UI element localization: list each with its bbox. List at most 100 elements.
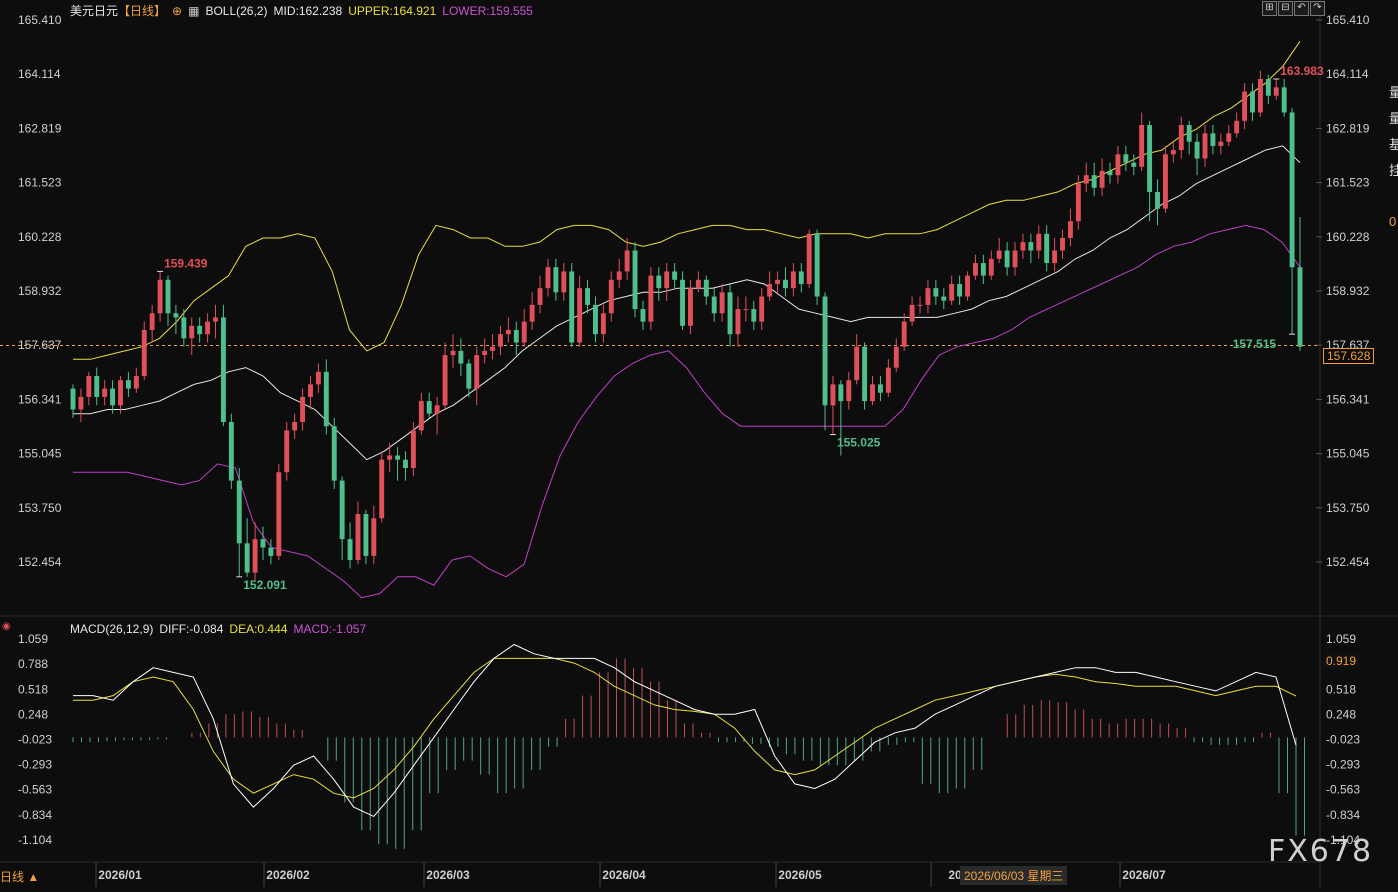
candle-body (1147, 125, 1153, 192)
candle-body (395, 455, 401, 460)
macd-label-right: 0.518 (1326, 682, 1356, 696)
back-icon[interactable]: ↶ (1294, 1, 1309, 16)
candle-body (1194, 141, 1200, 159)
candle-body (1242, 91, 1248, 121)
candle-body (719, 292, 725, 314)
candle-body (624, 250, 630, 272)
candle-body (688, 288, 693, 326)
fit-icon[interactable]: ⊞ (1262, 1, 1277, 16)
macd-label-left: 0.788 (18, 657, 48, 671)
candle-body (1115, 154, 1121, 176)
chart-svg[interactable]: 165.410 165.410 164.114 164.114 162.819 162.8… (0, 0, 1398, 887)
candle-body (854, 346, 860, 381)
candle-body (189, 325, 195, 339)
settings-icon[interactable]: ⊕ (172, 4, 182, 18)
side-label-4[interactable]: 挂 (1389, 160, 1398, 179)
macd-dea: DEA:0.444 (229, 622, 288, 636)
current-price-tag: 157.628 (1323, 348, 1375, 364)
candle-body (877, 384, 883, 393)
side-label-5[interactable]: 0 (1389, 214, 1396, 229)
price-label-left: 161.523 (18, 176, 62, 190)
candle-body (490, 346, 496, 351)
candle-body (450, 350, 456, 356)
indicator-icon[interactable]: ▦ (188, 4, 199, 18)
price-marker-label: 155.025 (837, 436, 881, 450)
zoom-in-icon[interactable]: ⊟ (1278, 1, 1293, 16)
forward-icon[interactable]: ↷ (1310, 1, 1325, 16)
candle-body (901, 321, 907, 347)
candle-body (1234, 120, 1240, 134)
period-toggle[interactable]: 日线 ▲ (0, 868, 39, 885)
candle-body (703, 279, 709, 297)
candle-body (980, 263, 986, 276)
candle-body (418, 401, 424, 431)
period-label[interactable]: 【日线】 (118, 4, 166, 18)
candle-body (569, 271, 575, 343)
candle-body (220, 317, 226, 423)
macd-label-left: 0.518 (18, 682, 48, 696)
candle-body (1202, 133, 1208, 159)
candle-body (695, 279, 701, 289)
price-label-right: 162.819 (1326, 121, 1370, 135)
price-label-right: 161.523 (1326, 176, 1370, 190)
candle-body (870, 384, 875, 402)
candle-body (862, 346, 868, 402)
boll-upper: UPPER:164.921 (348, 4, 437, 18)
candle-body (482, 350, 488, 356)
candle-body (996, 250, 1002, 259)
candle-body (141, 329, 147, 377)
macd-settings-icon[interactable]: ◉ (2, 621, 11, 632)
candle-body (284, 430, 290, 473)
candle-body (434, 405, 440, 414)
candle-body (363, 514, 369, 556)
candle-body (751, 309, 757, 322)
candle-body (1139, 125, 1145, 167)
candle-body (1075, 183, 1081, 222)
macd-indicator: MACD(26,12,9) (70, 622, 154, 636)
candle-body (608, 279, 614, 314)
candle-body (260, 539, 266, 548)
price-marker-label: 152.091 (243, 578, 287, 592)
candle-body (165, 279, 171, 314)
candle-body (782, 279, 788, 289)
candle-body (553, 267, 559, 293)
side-label-2[interactable]: 量 (1389, 108, 1398, 127)
candle-body (118, 380, 123, 406)
boll-upper-line (73, 41, 1301, 360)
candle-body (743, 309, 749, 311)
candle-body (640, 309, 646, 322)
candle-body (1123, 154, 1129, 163)
candle-body (727, 292, 733, 335)
macd-label-right: -0.023 (1326, 733, 1360, 747)
date-label: 2026/04 (602, 868, 646, 882)
side-label-1[interactable]: 量 (1389, 82, 1398, 101)
current-macd-tag: 0.919 (1323, 654, 1360, 668)
macd-label-left: -0.293 (18, 758, 52, 772)
macd-label-right: 1.059 (1326, 632, 1356, 646)
candle-body (885, 367, 891, 393)
price-label-right: 160.228 (1326, 230, 1370, 244)
candle-body (157, 279, 163, 314)
candle-body (680, 279, 685, 326)
chart-area[interactable]: 165.410 165.410 164.114 164.114 162.819 162.8… (0, 0, 1398, 887)
crosshair-date-tip: 2026/06/03 星期三 (960, 866, 1068, 885)
macd-label-left: 1.059 (18, 632, 48, 646)
candle-body (1162, 154, 1168, 209)
macd-label-left: -0.563 (18, 783, 52, 797)
candle-body (767, 283, 773, 297)
date-label: 2026/03 (426, 868, 470, 882)
price-marker-label: 159.439 (164, 256, 208, 270)
candle-body (498, 334, 503, 347)
candle-body (917, 304, 923, 306)
candle-body (102, 388, 108, 397)
candle-body (1250, 91, 1255, 113)
candle-body (1218, 141, 1224, 146)
side-label-3[interactable]: 基 (1389, 134, 1398, 153)
candle-body (339, 480, 345, 540)
candle-body (458, 350, 464, 364)
candle-body (838, 384, 844, 402)
candle-body (442, 355, 448, 406)
candle-body (1036, 233, 1042, 251)
macd-label-right: -0.563 (1326, 783, 1360, 797)
candle-body (1060, 237, 1065, 251)
